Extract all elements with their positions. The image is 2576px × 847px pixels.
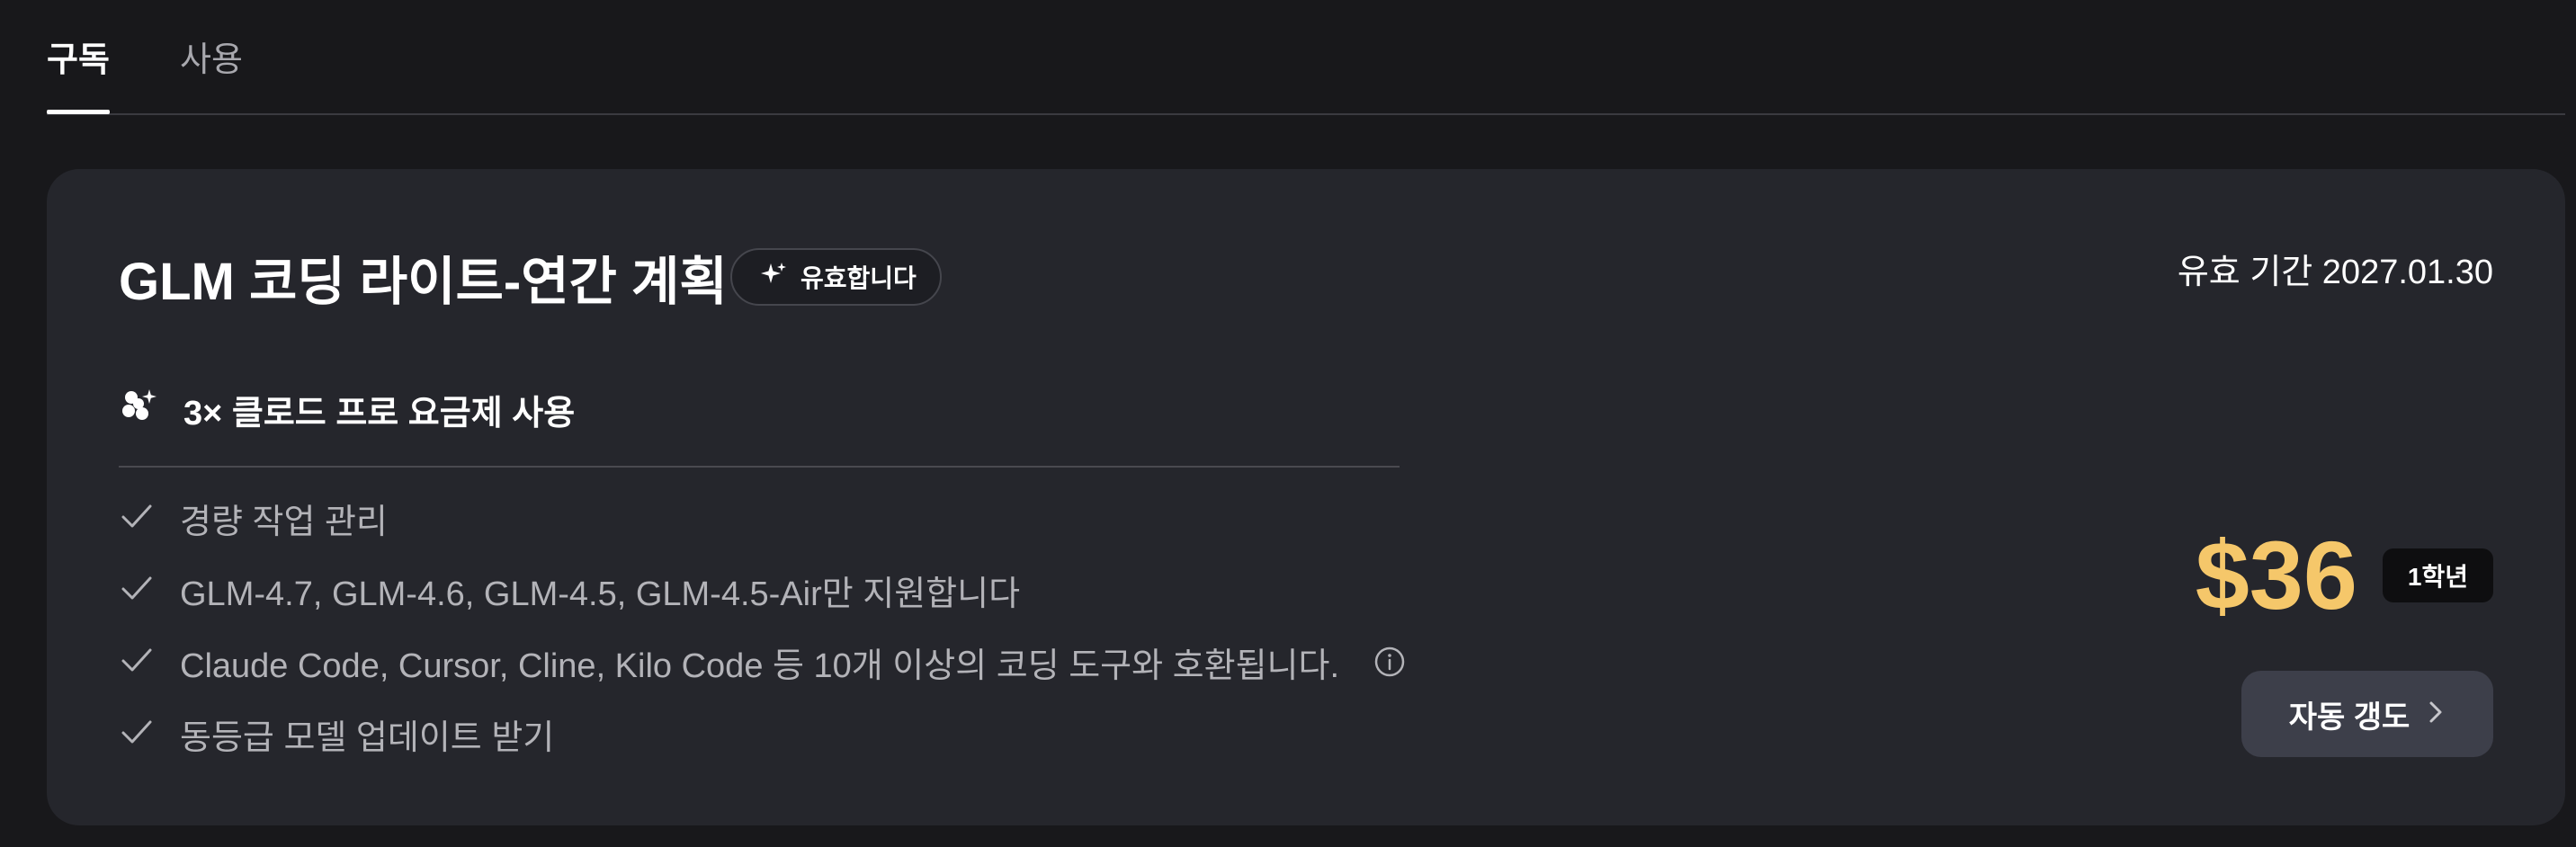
plan-title: GLM 코딩 라이트-연간 계획 [119, 253, 728, 311]
billing-period-badge: 1학년 [2382, 548, 2493, 602]
chevron-right-icon [2426, 699, 2446, 730]
tab-usage[interactable]: 사용 [180, 36, 243, 85]
tab-bar: 구독 사용 [47, 0, 2565, 115]
feature-item: GLM-4.7, GLM-4.6, GLM-4.5, GLM-4.5-Air만 … [119, 554, 1406, 626]
info-icon[interactable] [1373, 646, 1406, 678]
feature-text: Claude Code, Cursor, Cline, Kilo Code 등 … [180, 646, 1340, 685]
auto-renew-button[interactable]: 자동 갱도 [2241, 671, 2493, 757]
feature-item: Claude Code, Cursor, Cline, Kilo Code 등 … [119, 626, 1406, 698]
check-icon [119, 570, 155, 611]
divider [119, 466, 1400, 468]
check-icon [119, 714, 155, 754]
feature-text: GLM-4.7, GLM-4.6, GLM-4.5, GLM-4.5-Air만 … [180, 575, 1021, 613]
price-row: $36 1학년 [2196, 522, 2493, 629]
status-badge: 유효합니다 [730, 248, 942, 306]
feature-item: 동등급 모델 업데이트 받기 [119, 698, 1406, 770]
tab-subscription[interactable]: 구독 [47, 36, 110, 85]
auto-renew-label: 자동 갱도 [2288, 700, 2411, 735]
status-badge-label: 유효합니다 [801, 264, 917, 292]
check-icon [119, 498, 155, 539]
price: $36 [2195, 521, 2357, 629]
sparkle-icon [759, 261, 788, 294]
validity-date: 유효 기간 2027.01.30 [2177, 254, 2493, 291]
clover-sparkle-icon [119, 388, 158, 432]
feature-text: 경량 작업 관리 [180, 503, 388, 541]
plan-headline: 3× 클로드 프로 요금제 사용 [119, 385, 575, 434]
feature-text: 동등급 모델 업데이트 받기 [180, 718, 555, 757]
check-icon [119, 642, 155, 682]
feature-item: 경량 작업 관리 [119, 482, 1406, 554]
subscription-page: 구독 사용 GLM 코딩 라이트-연간 계획 유효합니다 유효 기간 2027.… [0, 0, 2576, 847]
active-tab-indicator [47, 110, 110, 114]
plan-headline-label: 3× 클로드 프로 요금제 사용 [183, 395, 576, 432]
feature-list: 경량 작업 관리 GLM-4.7, GLM-4.6, GLM-4.5, GLM-… [119, 482, 1406, 770]
plan-card: GLM 코딩 라이트-연간 계획 유효합니다 유효 기간 2027.01.30 [47, 169, 2565, 825]
